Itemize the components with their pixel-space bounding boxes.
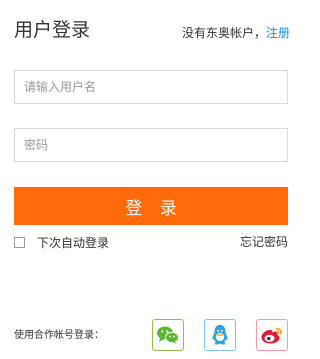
weibo-login-button[interactable]: [256, 319, 288, 351]
remember-me-checkbox[interactable]: [14, 236, 25, 248]
login-button[interactable]: 登 录: [14, 187, 288, 225]
qq-icon: [212, 325, 228, 345]
page-title: 用户登录: [14, 19, 91, 41]
wechat-login-button[interactable]: [152, 319, 184, 351]
qq-login-button[interactable]: [204, 319, 236, 351]
username-field[interactable]: [14, 70, 288, 104]
wechat-icon: [157, 326, 179, 344]
social-login-label: 使用合作帐号登录：: [14, 330, 104, 341]
remember-me-label: 下次自动登录: [37, 235, 110, 250]
password-field[interactable]: [14, 128, 288, 162]
remember-me-toggle[interactable]: 下次自动登录: [14, 234, 109, 250]
forgot-password-link[interactable]: 忘记密码: [240, 234, 288, 250]
register-prompt-text: 没有东奥帐户，: [181, 26, 266, 40]
register-prompt: 没有东奥帐户，注册: [182, 25, 290, 41]
weibo-icon: [261, 327, 282, 344]
password-input[interactable]: [15, 129, 287, 161]
username-input[interactable]: [15, 71, 287, 103]
register-link[interactable]: 注册: [266, 26, 290, 40]
